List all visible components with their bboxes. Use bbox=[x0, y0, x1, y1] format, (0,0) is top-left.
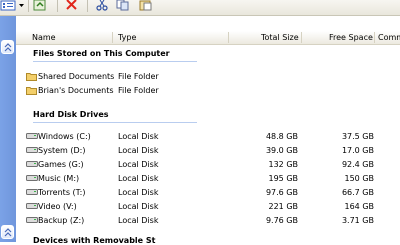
column-header: Name Type Total Size Free Space Comm bbox=[16, 31, 400, 45]
group-divider bbox=[33, 122, 197, 123]
table-row[interactable]: Video (V:) Local Disk 221 GB 164 GB bbox=[0, 201, 400, 212]
hard-drive-icon bbox=[26, 217, 38, 223]
list-item[interactable]: Brian's Documents File Folder bbox=[0, 85, 400, 96]
drive-type: Local Disk bbox=[118, 160, 159, 169]
drive-type: Local Disk bbox=[118, 146, 159, 155]
item-name: Shared Documents bbox=[38, 72, 115, 81]
group-header-removable-storage: Devices with Removable St bbox=[33, 236, 156, 245]
group-divider bbox=[33, 61, 197, 62]
delete-icon[interactable] bbox=[65, 0, 79, 11]
column-divider[interactable] bbox=[301, 32, 302, 43]
column-name[interactable]: Name bbox=[32, 33, 56, 42]
drive-name: Video (V:) bbox=[38, 202, 77, 211]
drive-total-size: 9.76 GB bbox=[265, 216, 298, 225]
hard-drive-icon bbox=[26, 133, 38, 139]
column-type[interactable]: Type bbox=[118, 33, 136, 42]
drive-free-space: 164 GB bbox=[344, 202, 375, 211]
folder-icon bbox=[26, 73, 37, 81]
column-divider[interactable] bbox=[228, 32, 229, 43]
drive-total-size: 97.6 GB bbox=[265, 188, 298, 197]
drive-total-size: 132 GB bbox=[268, 160, 299, 169]
table-row[interactable]: Torrents (T:) Local Disk 97.6 GB 66.7 GB bbox=[0, 187, 400, 198]
list-item[interactable]: Shared Documents File Folder bbox=[0, 71, 400, 82]
drive-type: Local Disk bbox=[118, 132, 159, 141]
column-divider[interactable] bbox=[112, 32, 113, 43]
chevron-down-icon[interactable] bbox=[18, 0, 25, 11]
cut-icon[interactable] bbox=[95, 0, 109, 11]
drive-name: Windows (C:) bbox=[38, 132, 91, 141]
table-row[interactable]: Games (G:) Local Disk 132 GB 92.4 GB bbox=[0, 159, 400, 170]
table-row[interactable]: Music (M:) Local Disk 195 GB 150 GB bbox=[0, 173, 400, 184]
drive-name: Torrents (T:) bbox=[38, 188, 86, 197]
group-header-hard-disk-drives: Hard Disk Drives bbox=[33, 110, 109, 119]
drive-free-space: 92.4 GB bbox=[341, 160, 374, 169]
chevron-up-icon bbox=[4, 228, 12, 237]
hard-drive-icon bbox=[26, 203, 38, 209]
drive-type: Local Disk bbox=[118, 202, 159, 211]
column-total-size[interactable]: Total Size bbox=[261, 33, 299, 42]
drive-free-space: 66.7 GB bbox=[341, 188, 374, 197]
drive-name: Backup (Z:) bbox=[38, 216, 85, 225]
table-row[interactable]: Windows (C:) Local Disk 48.8 GB 37.5 GB bbox=[0, 131, 400, 142]
drive-total-size: 39.0 GB bbox=[265, 146, 298, 155]
drive-name: Games (G:) bbox=[38, 160, 84, 169]
drive-free-space: 3.71 GB bbox=[341, 216, 374, 225]
drive-type: Local Disk bbox=[118, 174, 159, 183]
drive-name: Music (M:) bbox=[38, 174, 80, 183]
hard-drive-icon bbox=[26, 189, 38, 195]
undo-icon[interactable] bbox=[33, 0, 47, 11]
hard-drive-icon bbox=[26, 147, 38, 153]
group-header-stored-files: Files Stored on This Computer bbox=[33, 49, 170, 58]
column-divider[interactable] bbox=[374, 32, 375, 43]
item-type: File Folder bbox=[118, 86, 159, 95]
table-row[interactable]: System (D:) Local Disk 39.0 GB 17.0 GB bbox=[0, 145, 400, 156]
column-free-space[interactable]: Free Space bbox=[329, 33, 373, 42]
drive-total-size: 221 GB bbox=[268, 202, 299, 211]
hard-drive-icon bbox=[26, 175, 38, 181]
toolbar-separator bbox=[87, 0, 88, 12]
item-name: Brian's Documents bbox=[38, 86, 114, 95]
hard-drive-icon bbox=[26, 161, 38, 167]
copy-icon[interactable] bbox=[116, 0, 130, 11]
column-comments[interactable]: Comm bbox=[378, 33, 400, 42]
views-icon[interactable] bbox=[0, 0, 18, 11]
drive-free-space: 17.0 GB bbox=[341, 146, 374, 155]
toolbar-separator bbox=[28, 0, 29, 12]
drive-free-space: 150 GB bbox=[344, 174, 375, 183]
chevron-up-icon bbox=[4, 43, 12, 52]
drive-type: Local Disk bbox=[118, 216, 159, 225]
item-type: File Folder bbox=[118, 72, 159, 81]
drive-total-size: 195 GB bbox=[268, 174, 299, 183]
drive-name: System (D:) bbox=[38, 146, 86, 155]
toolbar-separator bbox=[57, 0, 58, 12]
collapse-button[interactable] bbox=[1, 40, 14, 54]
toolbar bbox=[0, 0, 400, 16]
table-row[interactable]: Backup (Z:) Local Disk 9.76 GB 3.71 GB bbox=[0, 215, 400, 226]
drive-total-size: 48.8 GB bbox=[265, 132, 298, 141]
drive-type: Local Disk bbox=[118, 188, 159, 197]
drive-free-space: 37.5 GB bbox=[341, 132, 374, 141]
collapse-button[interactable] bbox=[1, 225, 14, 239]
paste-icon[interactable] bbox=[139, 0, 153, 11]
folder-icon bbox=[26, 87, 37, 95]
